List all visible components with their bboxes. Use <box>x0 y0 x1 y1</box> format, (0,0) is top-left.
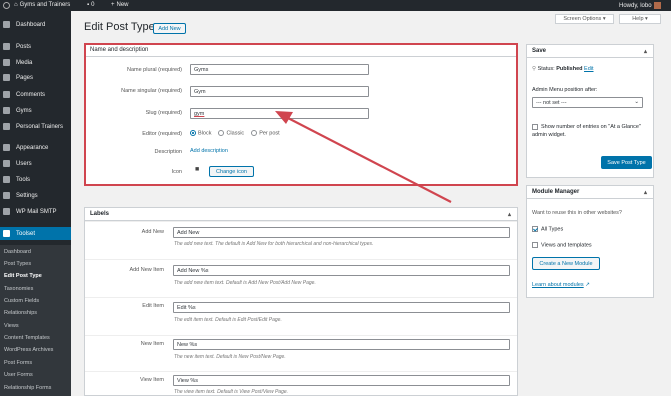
label-row-hint: The new item text. Default is New Post/N… <box>174 354 286 360</box>
create-module-button[interactable]: Create a New Module <box>532 257 600 270</box>
save-post-type-button[interactable]: Save Post Type <box>601 156 652 169</box>
module-manager-title: Module Manager ▴ <box>527 186 653 199</box>
collapse-arrow-icon[interactable]: ▴ <box>644 48 647 55</box>
checkbox-icon <box>532 123 538 130</box>
module-views-templates-option[interactable]: Views and templates <box>532 242 592 248</box>
menu-position-select[interactable]: --- not set --- ⌄ <box>532 97 643 108</box>
status-line: ⚲ Status: Published Edit <box>532 66 594 72</box>
label-view-item-input[interactable]: View %s <box>173 375 510 386</box>
collapse-arrow-icon[interactable]: ▴ <box>644 189 647 196</box>
label-row-hint: The add new item text. Default is Add Ne… <box>174 280 316 286</box>
module-manager-box: Module Manager ▴ Want to reuse this in ot… <box>526 185 654 298</box>
label-new-item-input[interactable]: New %s <box>173 339 510 350</box>
save-title: Save ▴ <box>527 45 653 58</box>
collapse-arrow-icon[interactable]: ▴ <box>508 211 511 218</box>
module-question: Want to reuse this in other websites? <box>532 210 622 216</box>
learn-modules-link[interactable]: Learn about modules ↗ <box>532 282 590 288</box>
checkbox-checked-icon <box>532 226 538 232</box>
menu-position-label: Admin Menu position after: <box>532 87 598 93</box>
label-edit-item-input[interactable]: Edit %s <box>173 302 510 313</box>
label-row-title: Add New <box>141 229 164 235</box>
status-edit-link[interactable]: Edit <box>584 66 593 72</box>
label-row-title: New Item <box>140 341 164 347</box>
label-row-hint: The add new text. The default is Add New… <box>174 241 374 247</box>
show-count-option[interactable]: Show number of entries on "At a Glance" … <box>532 123 647 139</box>
label-row-hint: The edit item text. Default is Edit Post… <box>174 317 282 323</box>
checkbox-icon <box>532 242 538 248</box>
save-box: Save ▴ ⚲ Status: Published Edit Admin Men… <box>526 44 654 178</box>
label-add-new-item-input[interactable]: Add New %s <box>173 265 510 276</box>
module-all-types-option[interactable]: All Types <box>532 226 563 232</box>
pin-icon: ⚲ <box>532 66 537 72</box>
label-row-title: Edit Item <box>142 303 164 309</box>
label-row-title: Add New Item <box>129 267 164 273</box>
labels-title: Labels ▴ <box>85 208 517 221</box>
external-link-icon: ↗ <box>585 282 590 288</box>
label-row-title: View Item <box>139 377 164 383</box>
label-row-hint: The view item text. Default is View Post… <box>174 389 289 395</box>
chevron-down-icon: ⌄ <box>634 99 639 105</box>
label-add-new-input[interactable]: Add New <box>173 227 510 238</box>
